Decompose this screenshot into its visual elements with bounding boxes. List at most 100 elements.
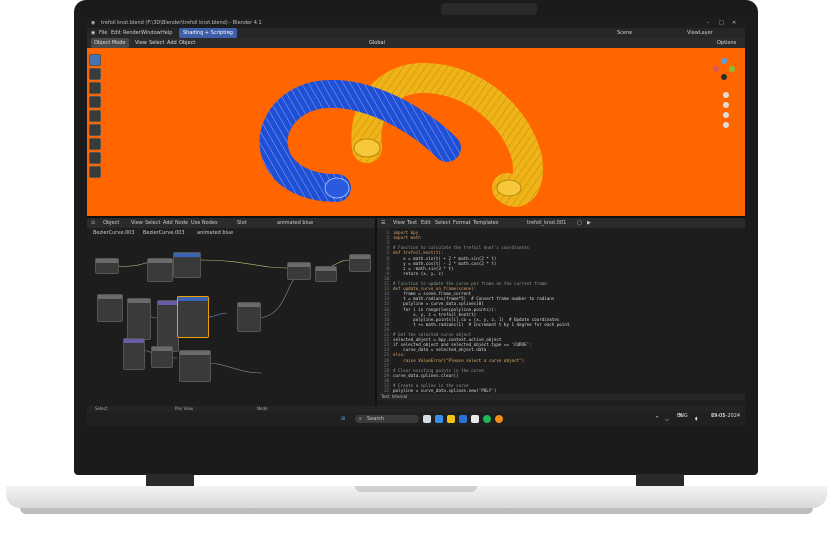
blender-menu-icon[interactable]: ◉: [91, 28, 95, 38]
code-line[interactable]: 32 polyline = curve_data.splines.new('POL…: [379, 388, 496, 393]
gizmo-z-icon[interactable]: [721, 58, 727, 64]
taskbar-search[interactable]: ⌕ Search: [355, 415, 419, 423]
mode-selector[interactable]: Object Mode: [91, 38, 129, 48]
zoom-icon[interactable]: [723, 92, 729, 98]
editor-type-icon[interactable]: ⊙: [91, 218, 95, 228]
text-editor[interactable]: 1 import bpy 2 import math 3 4 # Function to c…: [377, 228, 745, 394]
node-mapping[interactable]: [147, 258, 173, 282]
menu-help[interactable]: Help: [161, 28, 172, 38]
code-line[interactable]: 26 raise ValueError("Please select a cur…: [379, 358, 524, 363]
camera-view-icon[interactable]: [723, 112, 729, 118]
node-menu-node[interactable]: Node: [175, 218, 188, 228]
node-separate-xyz[interactable]: [123, 338, 145, 370]
line-text: curve_data.splines.clear(): [393, 372, 459, 378]
navigation-gizmo[interactable]: [711, 56, 737, 136]
node-editor-canvas[interactable]: [87, 238, 375, 406]
mail-icon[interactable]: [459, 415, 467, 423]
base-shadow: [20, 508, 813, 514]
node-gradient-texture[interactable]: [179, 350, 211, 382]
viewport-menu-object[interactable]: Object: [179, 38, 195, 48]
spotify-icon[interactable]: [483, 415, 491, 423]
options-button[interactable]: Options: [717, 38, 736, 48]
text-editor-type-icon[interactable]: ☰: [381, 218, 385, 228]
text-editor-footer: Text: Internal: [377, 394, 745, 400]
lid-notch: [355, 486, 477, 492]
tray-chevron-icon[interactable]: ^: [655, 412, 659, 426]
pan-icon[interactable]: [723, 102, 729, 108]
node-texture-coordinate[interactable]: [95, 258, 119, 274]
window-title: trefoil knot.blend (F:\3D\Blender\trefoi…: [101, 20, 262, 26]
material-selector[interactable]: animated blue: [277, 218, 313, 228]
node-material-output[interactable]: [349, 254, 371, 272]
text-menu-view[interactable]: View: [393, 218, 405, 228]
gizmo-x-icon[interactable]: [713, 66, 719, 72]
node-image-texture[interactable]: [173, 252, 201, 278]
edge-icon[interactable]: [435, 415, 443, 423]
node-menu-add[interactable]: Add: [163, 218, 173, 228]
menu-file[interactable]: File: [99, 28, 107, 38]
run-script-icon[interactable]: ▶: [587, 218, 591, 228]
wifi-icon[interactable]: ◡: [665, 412, 669, 426]
store-icon[interactable]: [471, 415, 479, 423]
text-menu-edit[interactable]: Edit: [421, 218, 431, 228]
volume-icon[interactable]: ◖: [695, 412, 698, 426]
minimize-button[interactable]: –: [707, 18, 710, 28]
task-view-icon[interactable]: [423, 415, 431, 423]
breadcrumb-item-1[interactable]: BezierCurve.003: [93, 228, 135, 238]
line-number: 32: [383, 388, 389, 394]
webcam-bar: [441, 3, 537, 15]
viewport-menu-view[interactable]: View: [135, 38, 147, 48]
node-color-ramp[interactable]: [315, 266, 337, 282]
start-icon[interactable]: ⊞: [341, 412, 345, 426]
line-text: polyline = curve_data.splines.new('POLY'…: [393, 388, 497, 394]
gizmo-y-icon[interactable]: [729, 66, 735, 72]
bottom-bezel: [87, 426, 745, 452]
breadcrumb-item-3[interactable]: animated blue: [197, 228, 233, 238]
menu-bar: ◉ File Edit Render Window Help Shading +…: [87, 28, 745, 38]
node-noise-texture[interactable]: [97, 294, 123, 322]
node-menu-view[interactable]: View: [131, 218, 143, 228]
node-object-selector[interactable]: Object: [103, 218, 119, 228]
text-menu-templates[interactable]: Templates: [473, 218, 498, 228]
text-menu-text[interactable]: Text: [407, 218, 417, 228]
gizmo-center-icon[interactable]: [721, 74, 727, 80]
add-workspace-icon[interactable]: +: [227, 28, 231, 38]
region-code: IN: [677, 413, 683, 419]
clock-date: 05-05-2024: [711, 413, 741, 419]
text-menu-select[interactable]: Select: [435, 218, 450, 228]
breadcrumb-item-2[interactable]: BezierCurve.003: [143, 228, 185, 238]
viewport-menu-select[interactable]: Select: [149, 38, 164, 48]
node-mix[interactable]: [287, 262, 311, 280]
menu-edit[interactable]: Edit: [111, 28, 121, 38]
scene-selector[interactable]: Scene: [617, 28, 632, 38]
title-bar: ◉ trefoil knot.blend (F:\3D\Blender\tref…: [87, 18, 745, 28]
node-bump[interactable]: [237, 302, 261, 332]
menu-window[interactable]: Window: [141, 28, 161, 38]
menu-render[interactable]: Render: [123, 28, 141, 38]
maximize-button[interactable]: □: [719, 18, 724, 28]
node-menu-select[interactable]: Select: [145, 218, 160, 228]
node-combine-xyz[interactable]: [151, 346, 173, 368]
blender-taskbar-icon[interactable]: [495, 415, 503, 423]
trefoil-tubes: [259, 62, 543, 207]
viewport-menu-add[interactable]: Add: [167, 38, 177, 48]
slot-selector[interactable]: Slot: [237, 218, 247, 228]
text-status: Text: Internal: [381, 394, 408, 399]
search-icon: ⌕: [359, 416, 362, 422]
3d-viewport[interactable]: [87, 48, 745, 216]
code-line[interactable]: 19 t += math.radians(1) # Increment t by…: [379, 321, 570, 327]
close-button[interactable]: ✕: [732, 18, 736, 28]
node-principled-bsdf[interactable]: [177, 296, 209, 338]
view-layer-selector[interactable]: ViewLayer: [687, 28, 713, 38]
transform-orientation[interactable]: Global: [369, 38, 385, 48]
text-menu-format[interactable]: Format: [453, 218, 471, 228]
file-explorer-icon[interactable]: [447, 415, 455, 423]
text-file-selector[interactable]: trefoil_knot.001: [527, 218, 566, 228]
use-nodes-checkbox[interactable]: Use Nodes: [191, 218, 218, 228]
new-text-icon[interactable]: ▢: [577, 218, 582, 228]
line-text: t += math.radians(1) # Increment t by 1 …: [393, 321, 570, 327]
breadcrumb: BezierCurve.003 BezierCurve.003 animated…: [87, 228, 375, 238]
node-math[interactable]: [157, 300, 179, 352]
perspective-toggle-icon[interactable]: [723, 122, 729, 128]
node-vector-math[interactable]: [127, 298, 151, 340]
